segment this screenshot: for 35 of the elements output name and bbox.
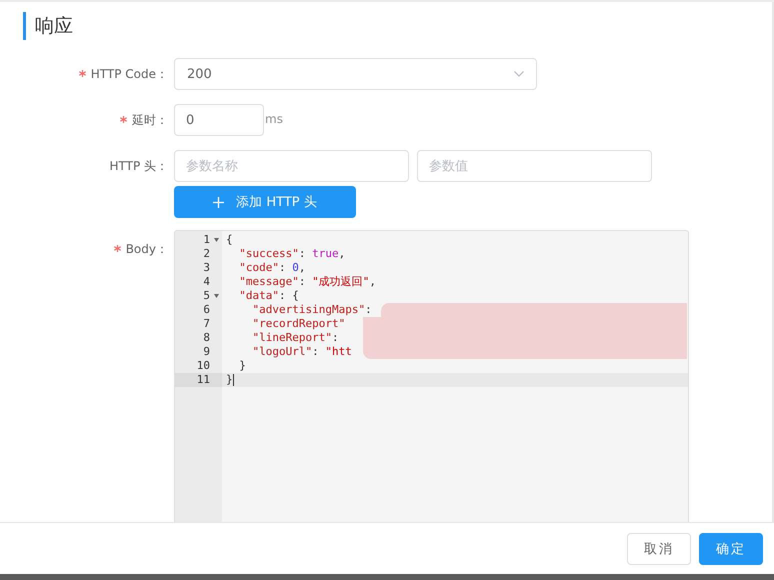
field-label: HTTP Code： [90, 67, 168, 81]
field-label: HTTP 头： [109, 159, 168, 173]
header-name-input[interactable]: 参数名称 [174, 150, 409, 182]
unit-label: ms [265, 112, 283, 126]
code-line: "recordReport" [251, 317, 346, 331]
line-number: 9 [203, 345, 210, 359]
header-value-input[interactable]: 参数值 [417, 150, 652, 182]
add-header-button[interactable]: 添加 HTTP 头 [174, 186, 356, 218]
field-label: Body： [126, 242, 168, 256]
http-code-select[interactable]: 200 [174, 58, 537, 90]
code-line: "lineReport": [251, 331, 339, 345]
line-number: 6 [203, 303, 210, 317]
line-number: 7 [203, 317, 210, 331]
code-editor[interactable]: 1 2 3 4 5 6 7 8 9 10 11 { "success": true, "code": 0, "message": "成功返回", "data": { "advertisingMaps": "recordReport" "lineReport": "logoUrl": "htt } } [174, 230, 689, 522]
code-line: "advertisingMaps": [251, 303, 372, 317]
confirm-button[interactable]: 确定 [699, 532, 763, 564]
code-line: "message": "成功返回", [238, 275, 376, 289]
code-line: "data": { [238, 289, 299, 303]
code-line: "success": true, [238, 247, 346, 261]
line-number: 11 [196, 373, 210, 387]
line-number: 5 [203, 289, 210, 303]
code-line: "code": 0, [238, 261, 306, 275]
field-label: 延时： [132, 113, 168, 127]
delay-input[interactable]: 0 [174, 104, 264, 136]
code-line: } [238, 359, 246, 373]
line-number: 8 [203, 331, 210, 345]
cancel-button[interactable]: 取消 [627, 532, 691, 564]
code-line: { [225, 233, 233, 247]
line-number: 4 [203, 275, 210, 289]
line-number: 3 [203, 261, 210, 275]
line-number: 10 [196, 359, 210, 373]
line-number: 1 [203, 233, 210, 247]
code-line: "logoUrl": "htt [251, 345, 352, 359]
line-number: 2 [203, 247, 210, 261]
section-title: 响应 [35, 14, 73, 39]
